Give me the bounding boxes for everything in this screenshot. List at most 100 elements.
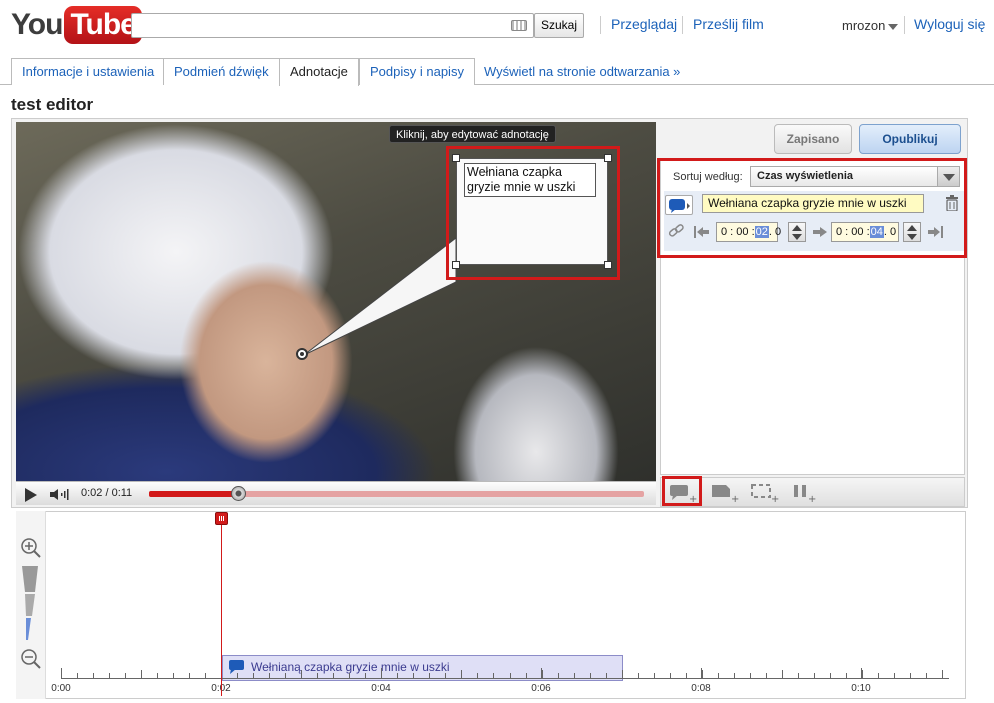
start-time-input[interactable]: 0 : 00 :02. 0 bbox=[716, 222, 782, 242]
timeline-tick-minor bbox=[749, 673, 751, 678]
svg-text:+: + bbox=[689, 494, 697, 503]
timeline-tick-minor bbox=[397, 673, 399, 678]
youtube-logo[interactable]: You Tube bbox=[11, 5, 142, 45]
pause-add-icon[interactable]: + bbox=[789, 481, 823, 503]
search-button[interactable]: Szukaj bbox=[534, 13, 584, 38]
link-icon[interactable] bbox=[668, 224, 684, 238]
speech-bubble-icon bbox=[669, 199, 690, 213]
upload-link[interactable]: Prześlij film bbox=[693, 16, 764, 32]
start-time-pre: 0 : 00 : bbox=[721, 226, 755, 238]
progress-fill bbox=[149, 491, 239, 497]
timeline-tick-minor bbox=[717, 673, 719, 678]
chevron-down-icon[interactable] bbox=[937, 167, 959, 186]
timeline-tick-label: 0:06 bbox=[531, 683, 551, 694]
timeline-tick-minor bbox=[797, 673, 799, 678]
tab-audio-swap[interactable]: Podmień dźwięk bbox=[163, 58, 280, 85]
timeline-tick-minor bbox=[813, 673, 815, 678]
timeline-tick-major bbox=[381, 668, 382, 678]
logout-link[interactable]: Wyloguj się bbox=[914, 16, 985, 32]
jump-to-end-icon[interactable] bbox=[927, 225, 943, 239]
start-time-seconds: 02 bbox=[754, 226, 769, 238]
sort-label: Sortuj według: bbox=[673, 171, 743, 183]
timeline-tick-minor bbox=[621, 670, 623, 678]
timeline-axis bbox=[61, 678, 949, 679]
timeline-tick-minor bbox=[269, 673, 271, 678]
resize-handle[interactable] bbox=[452, 154, 460, 162]
svg-text:+: + bbox=[731, 494, 739, 503]
timeline-tick-minor bbox=[557, 673, 559, 678]
view-on-watch-page-link[interactable]: Wyświetl na stronie odtwarzania » bbox=[484, 64, 680, 79]
logo-you: You bbox=[11, 8, 63, 41]
resize-handle[interactable] bbox=[604, 154, 612, 162]
tab-annotations[interactable]: Adnotacje bbox=[279, 58, 359, 86]
start-time-post: . 0 bbox=[768, 226, 782, 238]
player-controls: 0:02 / 0:11 bbox=[16, 481, 656, 505]
spotlight-add-icon[interactable]: + bbox=[749, 481, 783, 503]
pointer-anchor-handle[interactable] bbox=[296, 348, 308, 360]
timeline-tick-minor bbox=[669, 673, 671, 678]
tab-info-settings[interactable]: Informacje i ustawienia bbox=[11, 58, 166, 85]
end-time-post: . 0 bbox=[883, 226, 897, 238]
timeline-tick-minor bbox=[205, 673, 207, 678]
timeline-tick-minor bbox=[685, 673, 687, 678]
resize-handle[interactable] bbox=[452, 261, 460, 269]
timeline-tick-minor bbox=[333, 673, 335, 678]
timeline-tick-minor bbox=[125, 673, 127, 678]
progress-bar[interactable] bbox=[149, 486, 644, 501]
timeline-tick-minor bbox=[877, 673, 879, 678]
arrow-right-icon bbox=[813, 227, 827, 237]
timeline-tick-minor bbox=[925, 673, 927, 678]
timeline-tick-minor bbox=[109, 673, 111, 678]
timeline-tick-minor bbox=[861, 670, 863, 678]
search-input[interactable] bbox=[131, 13, 534, 38]
progress-knob[interactable] bbox=[231, 486, 247, 501]
timeline-tick-major bbox=[701, 668, 702, 678]
timeline-tick-minor bbox=[845, 673, 847, 678]
timeline-tick-label: 0:00 bbox=[51, 683, 71, 694]
annotation-type-button[interactable] bbox=[665, 195, 693, 215]
end-time-pre: 0 : 00 : bbox=[836, 226, 870, 238]
zoom-slider[interactable] bbox=[22, 566, 38, 642]
timeline-tick-minor bbox=[493, 673, 495, 678]
playhead-handle[interactable] bbox=[215, 512, 228, 525]
timeline-tick-major bbox=[61, 668, 62, 678]
publish-button[interactable]: Opublikuj bbox=[859, 124, 961, 154]
saved-button[interactable]: Zapisano bbox=[774, 124, 852, 154]
note-add-icon[interactable]: + bbox=[709, 481, 743, 503]
speech-bubble-add-icon[interactable]: + bbox=[667, 481, 701, 503]
zoom-out-icon[interactable] bbox=[20, 648, 42, 670]
start-time-stepper[interactable] bbox=[788, 222, 806, 242]
timeline-tick-minor bbox=[157, 673, 159, 678]
timeline-tick-minor bbox=[605, 673, 607, 678]
volume-icon[interactable] bbox=[50, 489, 72, 500]
end-time-stepper[interactable] bbox=[903, 222, 921, 242]
keyboard-icon[interactable] bbox=[511, 20, 527, 31]
timeline-tick-minor bbox=[349, 673, 351, 678]
end-time-input[interactable]: 0 : 00 :04. 0 bbox=[831, 222, 899, 242]
timeline-tick-minor bbox=[765, 673, 767, 678]
annotation-text-field[interactable]: Wełniana czapka gryzie mnie w uszki bbox=[702, 194, 924, 213]
jump-to-start-icon[interactable] bbox=[694, 225, 710, 239]
timeline-tick-minor bbox=[77, 673, 79, 678]
divider bbox=[600, 16, 601, 34]
time-display: 0:02 / 0:11 bbox=[81, 487, 133, 499]
trash-icon[interactable] bbox=[945, 195, 959, 211]
timeline-tick-minor bbox=[429, 673, 431, 678]
timeline-tick-minor bbox=[573, 673, 575, 678]
timeline-tick-minor bbox=[317, 673, 319, 678]
timeline-tick-minor bbox=[301, 670, 303, 678]
resize-handle[interactable] bbox=[604, 261, 612, 269]
tab-captions[interactable]: Podpisy i napisy bbox=[359, 58, 475, 85]
playhead-line bbox=[221, 514, 222, 696]
timeline-tick-minor bbox=[733, 673, 735, 678]
play-icon[interactable] bbox=[25, 488, 37, 502]
timeline-tick-minor bbox=[237, 673, 239, 678]
sort-select[interactable]: Czas wyświetlenia bbox=[750, 166, 960, 187]
page-title: test editor bbox=[11, 95, 94, 114]
user-menu[interactable]: mrozon bbox=[842, 18, 899, 33]
browse-link[interactable]: Przeglądaj bbox=[611, 16, 677, 32]
end-time-seconds: 04 bbox=[869, 226, 884, 238]
tab-bar: Informacje i ustawienia Podmień dźwięk A… bbox=[0, 58, 994, 86]
zoom-in-icon[interactable] bbox=[20, 537, 42, 559]
annotation-bubble-text[interactable]: Wełniana czapka gryzie mnie w uszki bbox=[464, 163, 596, 197]
